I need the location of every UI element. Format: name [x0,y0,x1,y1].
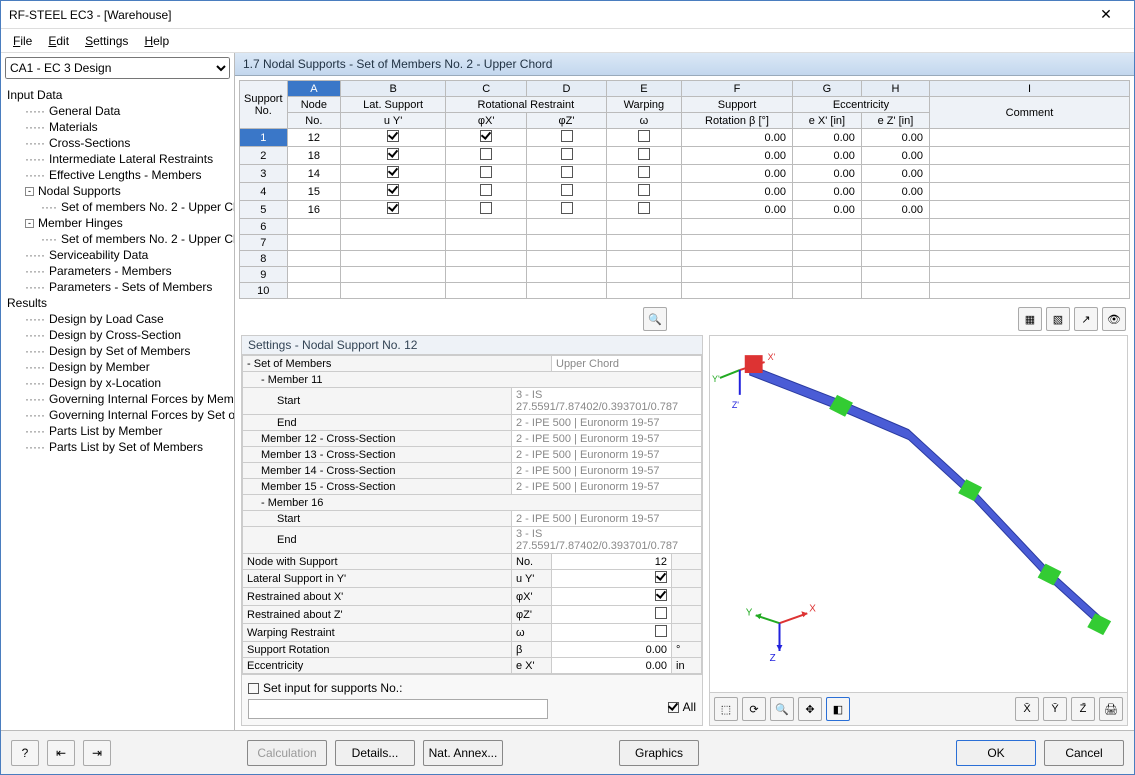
excel-import-icon[interactable]: ▧ [1046,307,1070,331]
tree-input-data[interactable]: Input Data [3,87,232,103]
preview-panel: X' Y' Z' [709,335,1128,726]
restr-z-checkbox[interactable] [655,607,667,619]
col-B[interactable]: B [341,81,446,97]
tree-res-parts-set[interactable]: ·····Parts List by Set of Members [3,439,232,455]
set-input-checkbox[interactable] [248,683,259,694]
excel-export-icon[interactable]: ▦ [1018,307,1042,331]
svg-text:Z: Z [770,653,776,664]
col-I[interactable]: I [930,81,1130,97]
view-pan-icon[interactable]: ✥ [798,697,822,721]
supports-grid[interactable]: SupportNo. A B C D E F G H I Node Lat. S… [239,80,1130,299]
svg-text:Z': Z' [732,400,739,410]
ok-button[interactable]: OK [956,740,1036,766]
menu-edit[interactable]: Edit [40,32,77,50]
col-A[interactable]: A [287,81,341,97]
warp-checkbox[interactable] [655,625,667,637]
titlebar: RF-STEEL EC3 - [Warehouse] ✕ [1,1,1134,29]
col-D[interactable]: D [527,81,606,97]
col-C[interactable]: C [446,81,527,97]
col-G[interactable]: G [792,81,861,97]
next-icon[interactable]: ⇥ [83,740,111,766]
panel-title: 1.7 Nodal Supports - Set of Members No. … [235,53,1134,76]
tree-member-hinges[interactable]: -Member Hinges [3,215,232,231]
window-title: RF-STEEL EC3 - [Warehouse] [9,8,1086,22]
tree-res-parts-member[interactable]: ·····Parts List by Member [3,423,232,439]
main-panel: 1.7 Nodal Supports - Set of Members No. … [235,53,1134,730]
tree-res-som[interactable]: ·····Design by Set of Members [3,343,232,359]
view-print-icon[interactable]: 🖨 [1099,697,1123,721]
pick-support-icon[interactable]: 🔍 [643,307,667,331]
tree-materials[interactable]: ·····Materials [3,119,232,135]
tree-params-members[interactable]: ·····Parameters - Members [3,263,232,279]
lat-y-checkbox[interactable] [655,571,667,583]
tree-ilr[interactable]: ·····Intermediate Lateral Restraints [3,151,232,167]
svg-text:X': X' [768,352,776,362]
col-H[interactable]: H [861,81,929,97]
menu-file[interactable]: File [5,32,40,50]
tree-res-xloc[interactable]: ·····Design by x-Location [3,375,232,391]
row-head[interactable]: 5 [240,201,288,219]
tree-res-gif-member[interactable]: ·····Governing Internal Forces by Member [3,391,232,407]
preview-3d-view[interactable]: X' Y' Z' [710,336,1127,692]
col-E[interactable]: E [606,81,681,97]
natannex-button[interactable]: Nat. Annex... [423,740,503,766]
tree-nodal-supports[interactable]: -Nodal Supports [3,183,232,199]
view-zoom-icon[interactable]: 🔍 [770,697,794,721]
row-head[interactable]: 3 [240,165,288,183]
graphics-button[interactable]: Graphics [619,740,699,766]
settings-title: Settings - Nodal Support No. 12 [242,336,702,355]
row-head[interactable]: 2 [240,147,288,165]
menu-help[interactable]: Help [136,32,177,50]
view-select-icon[interactable]: ⬚ [714,697,738,721]
tree-nodal-supports-set2[interactable]: ····Set of members No. 2 - Upper Chord [3,199,232,215]
view-rotate-icon[interactable]: ⟳ [742,697,766,721]
tree-serviceability[interactable]: ·····Serviceability Data [3,247,232,263]
nav-tree: Input Data ·····General Data ·····Materi… [1,83,234,730]
tree-eff-lengths[interactable]: ·····Effective Lengths - Members [3,167,232,183]
cancel-button[interactable]: Cancel [1044,740,1124,766]
restr-x-checkbox[interactable] [655,589,667,601]
row-head[interactable]: 4 [240,183,288,201]
tree-params-sets[interactable]: ·····Parameters - Sets of Members [3,279,232,295]
footer: ? ⇤ ⇥ Calculation Details... Nat. Annex.… [1,730,1134,774]
prev-icon[interactable]: ⇤ [47,740,75,766]
tree-member-hinges-set2[interactable]: ····Set of members No. 2 - Upper Chord [3,231,232,247]
row-head[interactable]: 1 [240,129,288,147]
svg-text:Y': Y' [712,374,720,384]
help-icon[interactable]: ? [11,740,39,766]
svg-text:Y: Y [746,607,753,618]
set-input-field[interactable] [248,699,548,719]
view-y-icon[interactable]: Ȳ [1043,697,1067,721]
view-iso-icon[interactable]: ◧ [826,697,850,721]
col-F[interactable]: F [682,81,793,97]
tree-res-member[interactable]: ·····Design by Member [3,359,232,375]
all-checkbox[interactable] [668,702,679,713]
col-support-no: SupportNo. [240,81,288,129]
menubar: File Edit Settings Help [1,29,1134,53]
eye-icon[interactable]: 👁 [1102,307,1126,331]
view-x-icon[interactable]: X̄ [1015,697,1039,721]
svg-text:X: X [809,603,816,614]
pick-icon[interactable]: ↗ [1074,307,1098,331]
tree-res-loadcase[interactable]: ·····Design by Load Case [3,311,232,327]
view-z-icon[interactable]: Z̄ [1071,697,1095,721]
tree-general-data[interactable]: ·····General Data [3,103,232,119]
sidebar: CA1 - EC 3 Design Input Data ·····Genera… [1,53,235,730]
tree-cross-sections[interactable]: ·····Cross-Sections [3,135,232,151]
tree-res-gif-set[interactable]: ·····Governing Internal Forces by Set of… [3,407,232,423]
menu-settings[interactable]: Settings [77,32,136,50]
case-select[interactable]: CA1 - EC 3 Design [5,57,230,79]
calculation-button[interactable]: Calculation [247,740,327,766]
settings-panel: Settings - Nodal Support No. 12 - Set of… [241,335,703,726]
details-button[interactable]: Details... [335,740,415,766]
tree-results[interactable]: Results [3,295,232,311]
tree-res-cs[interactable]: ·····Design by Cross-Section [3,327,232,343]
close-icon[interactable]: ✕ [1086,1,1126,28]
